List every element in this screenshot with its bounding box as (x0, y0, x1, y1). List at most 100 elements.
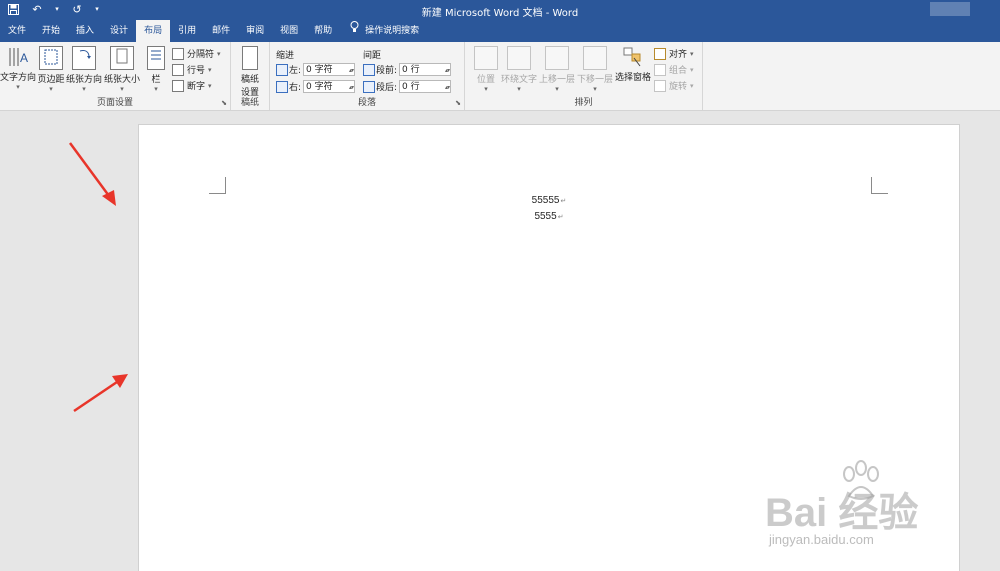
size-button[interactable]: 纸张大小 ▾ (102, 46, 142, 93)
align-button[interactable]: 对齐 ▾ (654, 47, 694, 60)
wrap-text-button[interactable]: 环绕文字 ▾ (501, 46, 537, 93)
account-area[interactable] (930, 2, 970, 16)
breaks-label: 分隔符 (187, 50, 215, 60)
send-backward-icon (583, 46, 607, 70)
tab-view[interactable]: 视图 (272, 20, 306, 42)
text-direction-button[interactable]: A 文字方向 ▾ (0, 46, 36, 91)
annotation-arrow-down (68, 142, 116, 206)
group-icon (654, 63, 666, 76)
selection-pane-button[interactable]: 选择窗格 (614, 46, 652, 83)
columns-button[interactable]: 栏 ▾ (144, 46, 168, 93)
indent-right-input[interactable]: 0 字符 (303, 80, 356, 94)
bring-forward-label: 上移一层 (538, 75, 575, 85)
align-icon (654, 47, 666, 60)
page-setup-launcher-icon[interactable]: ⬊ (221, 99, 227, 107)
tell-me-search[interactable]: 操作说明搜索 (340, 20, 419, 42)
margins-button[interactable]: 页边距 ▾ (36, 46, 66, 93)
group-label: 组合 (669, 66, 688, 76)
spacing-after-icon (363, 80, 375, 93)
tab-layout[interactable]: 布局 (136, 20, 171, 42)
orientation-icon (72, 46, 96, 70)
svg-text:A: A (20, 51, 28, 65)
arrange-label: 排列 (574, 98, 593, 108)
spacing-after-label: 段后: (376, 83, 398, 93)
breaks-button[interactable]: 分隔符 ▾ (172, 47, 221, 60)
indent-title: 缩进 (276, 51, 295, 61)
tab-references[interactable]: 引用 (170, 20, 204, 42)
margin-corner-top-right (871, 177, 888, 194)
spacing-after-control: 段后: 0 行 (363, 80, 452, 94)
spacing-before-label: 段前: (376, 66, 398, 76)
baidu-watermark-text: Bai 经验 (765, 491, 919, 535)
position-label: 位置 (476, 75, 495, 85)
orientation-button[interactable]: 纸张方向 ▾ (66, 46, 102, 93)
tab-mailings[interactable]: 邮件 (204, 20, 238, 42)
manuscript-group: 稿纸 设置 稿纸 (231, 42, 270, 110)
tab-help[interactable]: 帮助 (306, 20, 340, 42)
tab-review[interactable]: 审阅 (238, 20, 272, 42)
position-button[interactable]: 位置 ▾ (471, 46, 501, 93)
tab-file[interactable]: 文件 (0, 20, 34, 42)
hyphenation-icon (172, 79, 184, 92)
rotate-button[interactable]: 旋转 ▾ (654, 79, 694, 92)
page-setup-label: 页面设置 (96, 98, 133, 108)
selection-pane-icon (622, 46, 644, 68)
spacing-before-control: 段前: 0 行 (363, 63, 452, 77)
bring-forward-button[interactable]: 上移一层 ▾ (538, 46, 576, 93)
spacing-after-input[interactable]: 0 行 (399, 80, 452, 94)
line-numbers-icon (172, 63, 184, 76)
paragraph-launcher-icon[interactable]: ⬊ (455, 99, 461, 107)
indent-left-input[interactable]: 0 字符 (303, 63, 356, 77)
document-line-2[interactable]: 5555↵ (139, 211, 959, 222)
position-icon (474, 46, 498, 70)
size-label: 纸张大小 (103, 75, 140, 85)
tab-design[interactable]: 设计 (102, 20, 136, 42)
hyphenation-button[interactable]: 断字 ▾ (172, 79, 212, 92)
rotate-icon (654, 79, 666, 92)
paragraph-group: 缩进 间距 左: 0 字符 右: 0 字符 段前: 0 行 段后: 0 行 段落… (270, 42, 465, 110)
line-numbers-button[interactable]: 行号 ▾ (172, 63, 212, 76)
rotate-label: 旋转 (669, 82, 688, 92)
margin-corner-top-left (209, 177, 226, 194)
bring-forward-icon (545, 46, 569, 70)
lightbulb-icon (350, 20, 359, 42)
text-direction-label: 文字方向 (0, 73, 37, 83)
tell-me-label: 操作说明搜索 (365, 26, 420, 36)
tab-insert[interactable]: 插入 (68, 20, 102, 42)
manuscript-line1: 稿纸 (240, 75, 259, 85)
paragraph-mark-icon: ↵ (560, 198, 567, 205)
spacing-before-input[interactable]: 0 行 (399, 63, 452, 77)
indent-right-label: 右: (289, 83, 302, 93)
manuscript-label: 稿纸 (240, 98, 259, 108)
indent-right-icon (276, 80, 288, 93)
window-title: 新建 Microsoft Word 文档 - Word (421, 8, 579, 19)
indent-left-icon (276, 63, 288, 76)
wrap-text-icon (507, 46, 531, 70)
group-button[interactable]: 组合 ▾ (654, 63, 694, 76)
page-size-icon (110, 46, 134, 70)
hyphenation-label: 断字 (187, 82, 206, 92)
document-line-1[interactable]: 55555↵ (139, 195, 959, 206)
tab-home[interactable]: 开始 (34, 20, 68, 42)
paragraph-mark-icon: ↵ (557, 214, 564, 221)
indent-left-label: 左: (289, 66, 302, 76)
baidu-watermark-url: jingyan.baidu.com (769, 532, 874, 547)
document-line-1-text: 55555 (531, 195, 560, 206)
baidu-watermark: Bai 经验 jingyan.baidu.com (765, 460, 955, 560)
selection-pane-label: 选择窗格 (614, 73, 651, 83)
send-backward-label: 下移一层 (576, 75, 613, 85)
indent-right-control: 右: 0 字符 (276, 80, 356, 94)
annotation-arrow-up (73, 374, 128, 413)
indent-left-control: 左: 0 字符 (276, 63, 356, 77)
page-setup-group: A 文字方向 ▾ 页边距 ▾ 纸张方向 ▾ 纸张大小 ▾ 栏 ▾ 分隔符 ▾ 行… (0, 42, 231, 110)
title-bar: ↶ ▾ ↺ ▾ 新建 Microsoft Word 文档 - Word (0, 0, 1000, 20)
arrange-group: 位置 ▾ 环绕文字 ▾ 上移一层 ▾ 下移一层 ▾ 选择窗格 对齐 ▾ 组合 ▾… (465, 42, 703, 110)
margins-icon (39, 46, 63, 70)
columns-icon (147, 46, 165, 70)
send-backward-button[interactable]: 下移一层 ▾ (576, 46, 614, 93)
wrap-text-label: 环绕文字 (501, 75, 538, 85)
text-direction-icon: A (7, 46, 29, 68)
manuscript-icon (242, 46, 258, 70)
columns-label: 栏 (151, 75, 161, 85)
manuscript-settings-button[interactable]: 稿纸 设置 (235, 46, 265, 98)
